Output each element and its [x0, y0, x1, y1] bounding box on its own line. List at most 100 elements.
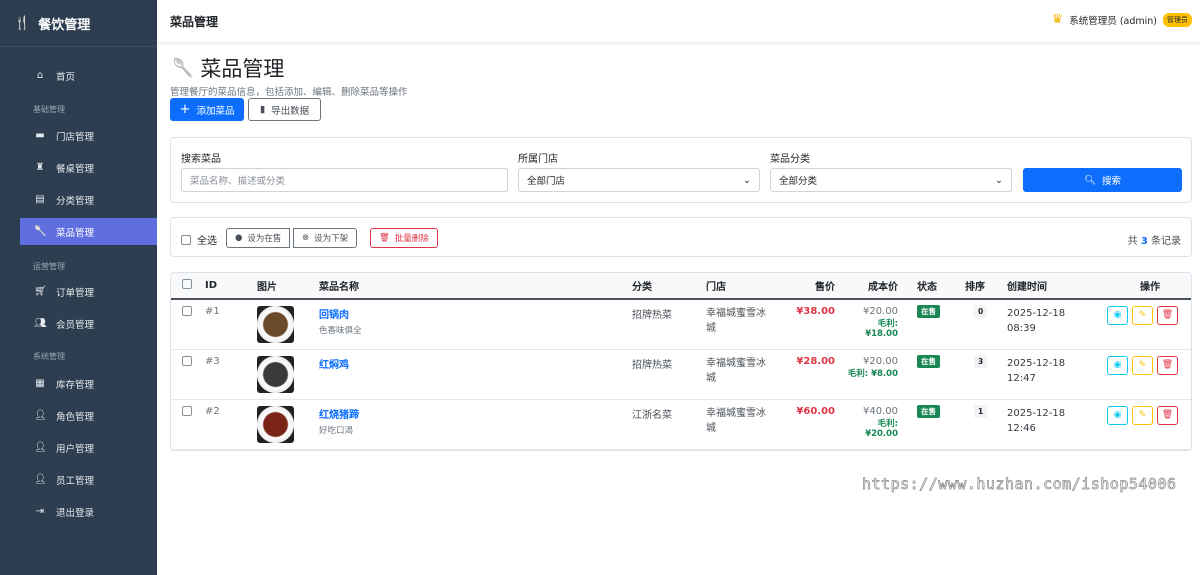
created-time: 12:47: [1007, 373, 1036, 384]
bulk-delete-label: 批量删除: [394, 234, 429, 244]
store-select[interactable]: 全部门店 ⌄: [518, 168, 760, 192]
edit-button[interactable]: ✎: [1132, 406, 1153, 425]
dish-cost: ¥20.00: [863, 356, 898, 367]
file-export-icon: ▮: [259, 104, 266, 115]
page-title: 🥄 菜品管理: [172, 53, 284, 83]
sidebar-item[interactable]: 🛒︎ 订单管理: [20, 278, 157, 305]
search-input[interactable]: 菜品名称、描述或分类: [181, 168, 508, 192]
store-label: 所属门店: [518, 154, 558, 165]
dish-category: 招牌热菜: [626, 349, 700, 400]
col-price: 售价: [776, 273, 841, 300]
add-dish-button[interactable]: + 添加菜品: [170, 98, 244, 121]
nav-section: 基础管理: [33, 105, 65, 114]
dish-price: ¥60.00: [776, 399, 841, 450]
created-time: 08:39: [1007, 323, 1036, 334]
table-header: ID 图片 菜品名称 分类 门店 售价 成本价 状态 排序 创建时间 操作: [171, 273, 1191, 300]
on-sale-label: 设为在售: [247, 234, 282, 244]
row-checkbox[interactable]: [182, 406, 192, 416]
user-icon: 👤︎: [34, 474, 47, 485]
status-badge: 在售: [917, 405, 940, 418]
count-value: 3: [1140, 236, 1148, 247]
edit-icon: ✎: [1138, 360, 1147, 370]
created-date: 2025-12-18: [1007, 308, 1066, 319]
delete-button[interactable]: 🗑︎: [1157, 356, 1178, 375]
user-menu[interactable]: ♛ 系统管理员 (admin) 管理员: [1052, 12, 1192, 27]
created-time: 12:46: [1007, 423, 1036, 434]
dish-id: #2: [199, 399, 251, 450]
search-button[interactable]: 🔍︎ 搜索: [1023, 168, 1182, 192]
dish-image: [257, 406, 294, 443]
dish-name-link[interactable]: 红焖鸡: [319, 356, 626, 371]
sidebar-item[interactable]: 👥︎ 会员管理: [20, 310, 157, 337]
sidebar-item-label: 员工管理: [56, 475, 95, 487]
col-cost: 成本价: [841, 273, 904, 300]
crown-icon: ♛: [1051, 12, 1064, 27]
dish-id: #3: [199, 349, 251, 400]
role-badge: 管理员: [1163, 12, 1192, 27]
boxes-icon: ▦: [35, 378, 45, 389]
set-off-sale-button[interactable]: ⊗ 设为下架: [293, 228, 358, 248]
sidebar-item[interactable]: 👤︎ 用户管理: [20, 434, 157, 461]
sidebar-item[interactable]: ▤ 分类管理: [20, 186, 157, 213]
spoon-icon: 🥄: [172, 57, 195, 79]
sidebar-item[interactable]: ▦ 库存管理: [20, 370, 157, 397]
edit-button[interactable]: ✎: [1132, 306, 1153, 325]
sidebar-item[interactable]: ♜ 餐桌管理: [20, 154, 157, 181]
dish-cost: ¥20.00: [863, 306, 898, 317]
view-button[interactable]: ◉: [1107, 356, 1128, 375]
export-button[interactable]: ▮ 导出数据: [248, 98, 321, 121]
user-gear-icon: 👤︎: [34, 410, 47, 421]
sidebar-item[interactable]: 🥄 菜品管理: [20, 218, 157, 245]
dish-id: #1: [199, 299, 251, 350]
bulk-delete-button[interactable]: 🗑︎ 批量删除: [370, 228, 438, 248]
delete-button[interactable]: 🗑︎: [1157, 406, 1178, 425]
sidebar-item[interactable]: ▬ 门店管理: [20, 122, 157, 149]
eye-icon: ◉: [1113, 360, 1122, 370]
col-created: 创建时间: [1001, 273, 1101, 300]
chevron-down-icon: ⌄: [995, 174, 1003, 186]
dish-store: 幸福城蜜雪冰城: [700, 299, 776, 350]
category-value: 全部分类: [779, 176, 818, 187]
set-on-sale-button[interactable]: ● 设为在售: [226, 228, 291, 248]
check-circle-icon: ●: [235, 233, 243, 243]
dish-name-link[interactable]: 红烧猪蹄: [319, 406, 626, 421]
dish-name-link[interactable]: 回锅肉: [319, 306, 626, 321]
logout-icon: ⇥: [35, 506, 45, 517]
edit-icon: ✎: [1138, 410, 1147, 420]
view-button[interactable]: ◉: [1107, 306, 1128, 325]
sidebar-item[interactable]: 👤︎ 角色管理: [20, 402, 157, 429]
row-checkbox[interactable]: [182, 306, 192, 316]
sort-badge: 0: [974, 305, 988, 318]
edit-button[interactable]: ✎: [1132, 356, 1153, 375]
col-actions: 操作: [1101, 273, 1191, 300]
sidebar-item[interactable]: ⇥ 退出登录: [20, 498, 157, 525]
created-date: 2025-12-18: [1007, 408, 1066, 419]
off-sale-label: 设为下架: [314, 234, 349, 244]
dish-profit: 毛利: ¥18.00: [865, 319, 898, 339]
eye-icon: ◉: [1113, 410, 1122, 420]
header-checkbox[interactable]: [182, 279, 192, 289]
filter-card: 搜索菜品 菜品名称、描述或分类 所属门店 全部门店 ⌄ 菜品分类 全部分类 ⌄ 🔍︎…: [170, 137, 1192, 203]
user-gear-icon: 👤︎: [34, 442, 47, 453]
sidebar-item-label: 菜品管理: [56, 227, 95, 239]
trash-icon: 🗑︎: [1161, 310, 1174, 320]
row-checkbox[interactable]: [182, 356, 192, 366]
add-dish-label: 添加菜品: [196, 105, 235, 117]
dish-price: ¥38.00: [776, 299, 841, 350]
col-store: 门店: [700, 273, 776, 300]
sidebar-item[interactable]: 👤︎ 员工管理: [20, 466, 157, 493]
col-image: 图片: [251, 273, 313, 300]
dish-category: 江浙名菜: [626, 399, 700, 450]
select-all-checkbox[interactable]: 全选: [181, 232, 217, 247]
view-button[interactable]: ◉: [1107, 406, 1128, 425]
spoon-icon: 🥄: [34, 226, 47, 237]
dish-cost: ¥40.00: [863, 406, 898, 417]
dish-desc: 色香味俱全: [319, 326, 362, 336]
sidebar-item[interactable]: ⌂ 首页: [20, 62, 157, 89]
delete-button[interactable]: 🗑︎: [1157, 306, 1178, 325]
bulk-toolbar: 全选 ● 设为在售 ⊗ 设为下架 🗑︎ 批量删除 共 3 条记录: [170, 217, 1192, 257]
category-select[interactable]: 全部分类 ⌄: [770, 168, 1012, 192]
users-icon: 👥︎: [34, 318, 47, 329]
sidebar-item-label: 首页: [56, 71, 76, 83]
table-row: #1 回锅肉 色香味俱全 招牌热菜 幸福城蜜雪冰城 ¥38.00 ¥20.00 毛利…: [171, 299, 1191, 350]
